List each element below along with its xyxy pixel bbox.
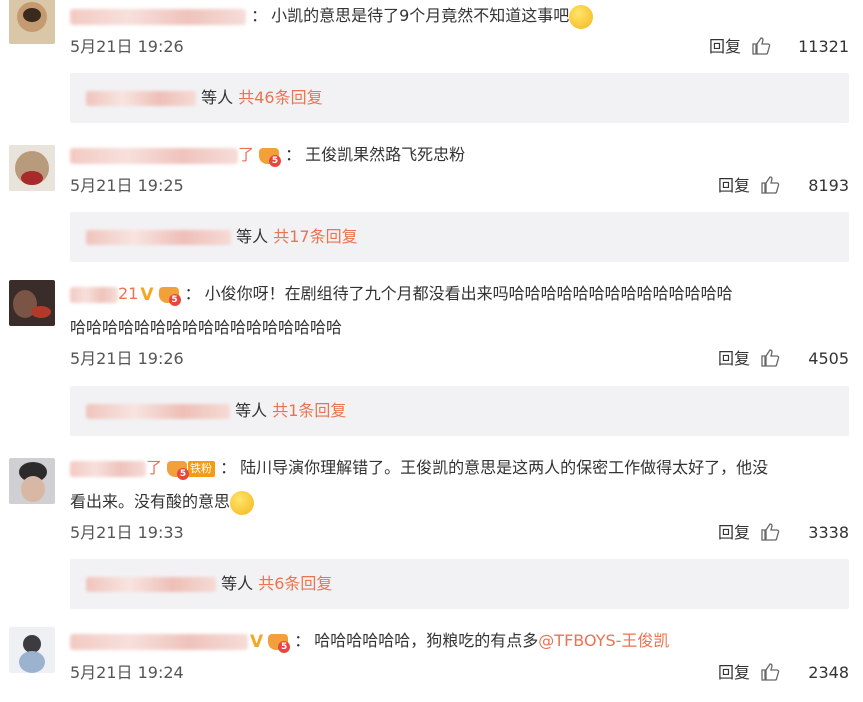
more-replies-link[interactable]: 共1条回复 [272,401,346,420]
reply-button[interactable]: 回复 [718,659,750,687]
verified-v-icon: V [250,631,264,652]
reply-button[interactable]: 回复 [718,345,750,373]
sub-replies-box[interactable]: 等人 共6条回复 [70,559,849,609]
sub-replies-box[interactable]: 等人 共17条回复 [70,212,849,262]
sub-reply-user[interactable] [86,577,216,592]
sub-replies-box[interactable]: 等人 共1条回复 [70,386,849,436]
sub-reply-suffix: 等人 [221,574,254,593]
sub-reply-user[interactable] [86,91,196,106]
comment-item: 了 ：王俊凯果然路飞死忠粉 5月21日 19:25 回复 8193 等人 共17… [0,140,863,268]
more-replies-link[interactable]: 共46条回复 [238,88,322,107]
avatar[interactable] [9,280,55,326]
avatar[interactable] [9,458,55,504]
comment-text: 陆川导演你理解错了。王俊凯的意思是这两人的保密工作做得太好了，他没 [240,458,769,477]
comment-text: 小凯的意思是待了9个月竟然不知道这事吧 [271,6,570,25]
reply-button[interactable]: 回复 [718,172,750,200]
comment-text-continued: 哈哈哈哈哈哈哈哈哈哈哈哈哈哈哈哈哈 [70,318,343,337]
comment-text: 小俊你呀！在剧组待了九个月都没看出来吗哈哈哈哈哈哈哈哈哈哈哈哈哈哈 [204,284,733,303]
more-replies-link[interactable]: 共6条回复 [258,574,332,593]
avatar[interactable] [9,0,55,44]
comment-text-continued: 看出来。没有酸的意思 [70,492,231,511]
username-suffix[interactable]: 21 [118,284,138,303]
username[interactable] [70,147,238,164]
username[interactable] [70,460,146,477]
iron-fan-badge: 铁粉 [188,460,216,477]
comment-time: 5月21日 19:26 [70,349,184,368]
thinking-emoji [230,490,255,515]
comment-item: V ：哈哈哈哈哈哈，狗粮吃的有点多@TFBOYS-王俊凯 5月21日 19:24… [0,624,863,702]
comment-item: 了铁粉 ：陆川导演你理解错了。王俊凯的意思是这两人的保密工作做得太好了，他没 看… [0,452,863,612]
comment-text: 哈哈哈哈哈哈，狗粮吃的有点多 [314,631,539,650]
like-thumb-icon[interactable] [760,175,780,195]
more-replies-link[interactable]: 共17条回复 [273,227,357,246]
username[interactable] [70,8,246,25]
like-count: 2348 [808,663,849,682]
comment-item: 21V ：小俊你呀！在剧组待了九个月都没看出来吗哈哈哈哈哈哈哈哈哈哈哈哈哈哈 哈… [0,278,863,438]
username-suffix[interactable]: 了 [146,458,162,477]
sub-reply-suffix: 等人 [236,227,269,246]
like-thumb-icon[interactable] [760,662,780,682]
username-suffix[interactable]: 了 [238,145,254,164]
comment-time: 5月21日 19:25 [70,176,184,195]
crown-level-icon [166,459,190,480]
like-count: 4505 [808,349,849,368]
sub-reply-user[interactable] [86,230,231,245]
sub-reply-suffix: 等人 [201,88,234,107]
like-thumb-icon[interactable] [760,522,780,542]
avatar[interactable] [9,627,55,673]
crown-level-icon [267,632,291,653]
reply-button[interactable]: 回复 [709,33,741,61]
comment-text: 王俊凯果然路飞死忠粉 [305,145,466,164]
sub-replies-box[interactable]: 等人 共46条回复 [70,73,849,123]
sub-reply-suffix: 等人 [235,401,268,420]
comment-time: 5月21日 19:26 [70,37,184,56]
comment-time: 5月21日 19:33 [70,523,184,542]
username[interactable] [70,286,118,303]
like-count: 11321 [798,37,849,56]
like-count: 3338 [808,523,849,542]
crown-level-icon [258,146,282,167]
mention-link[interactable]: @TFBOYS-王俊凯 [538,631,669,650]
like-thumb-icon[interactable] [751,36,771,56]
avatar[interactable] [9,145,55,191]
comment-item: ：小凯的意思是待了9个月竟然不知道这事吧 5月21日 19:26 回复 1132… [0,0,863,128]
reply-button[interactable]: 回复 [718,519,750,547]
laugh-cry-emoji [569,4,594,29]
like-count: 8193 [808,176,849,195]
verified-v-icon: V [140,284,154,305]
username[interactable] [70,633,248,650]
crown-level-icon [158,285,181,306]
comment-time: 5月21日 19:24 [70,663,184,682]
like-thumb-icon[interactable] [760,348,780,368]
sub-reply-user[interactable] [86,404,230,419]
